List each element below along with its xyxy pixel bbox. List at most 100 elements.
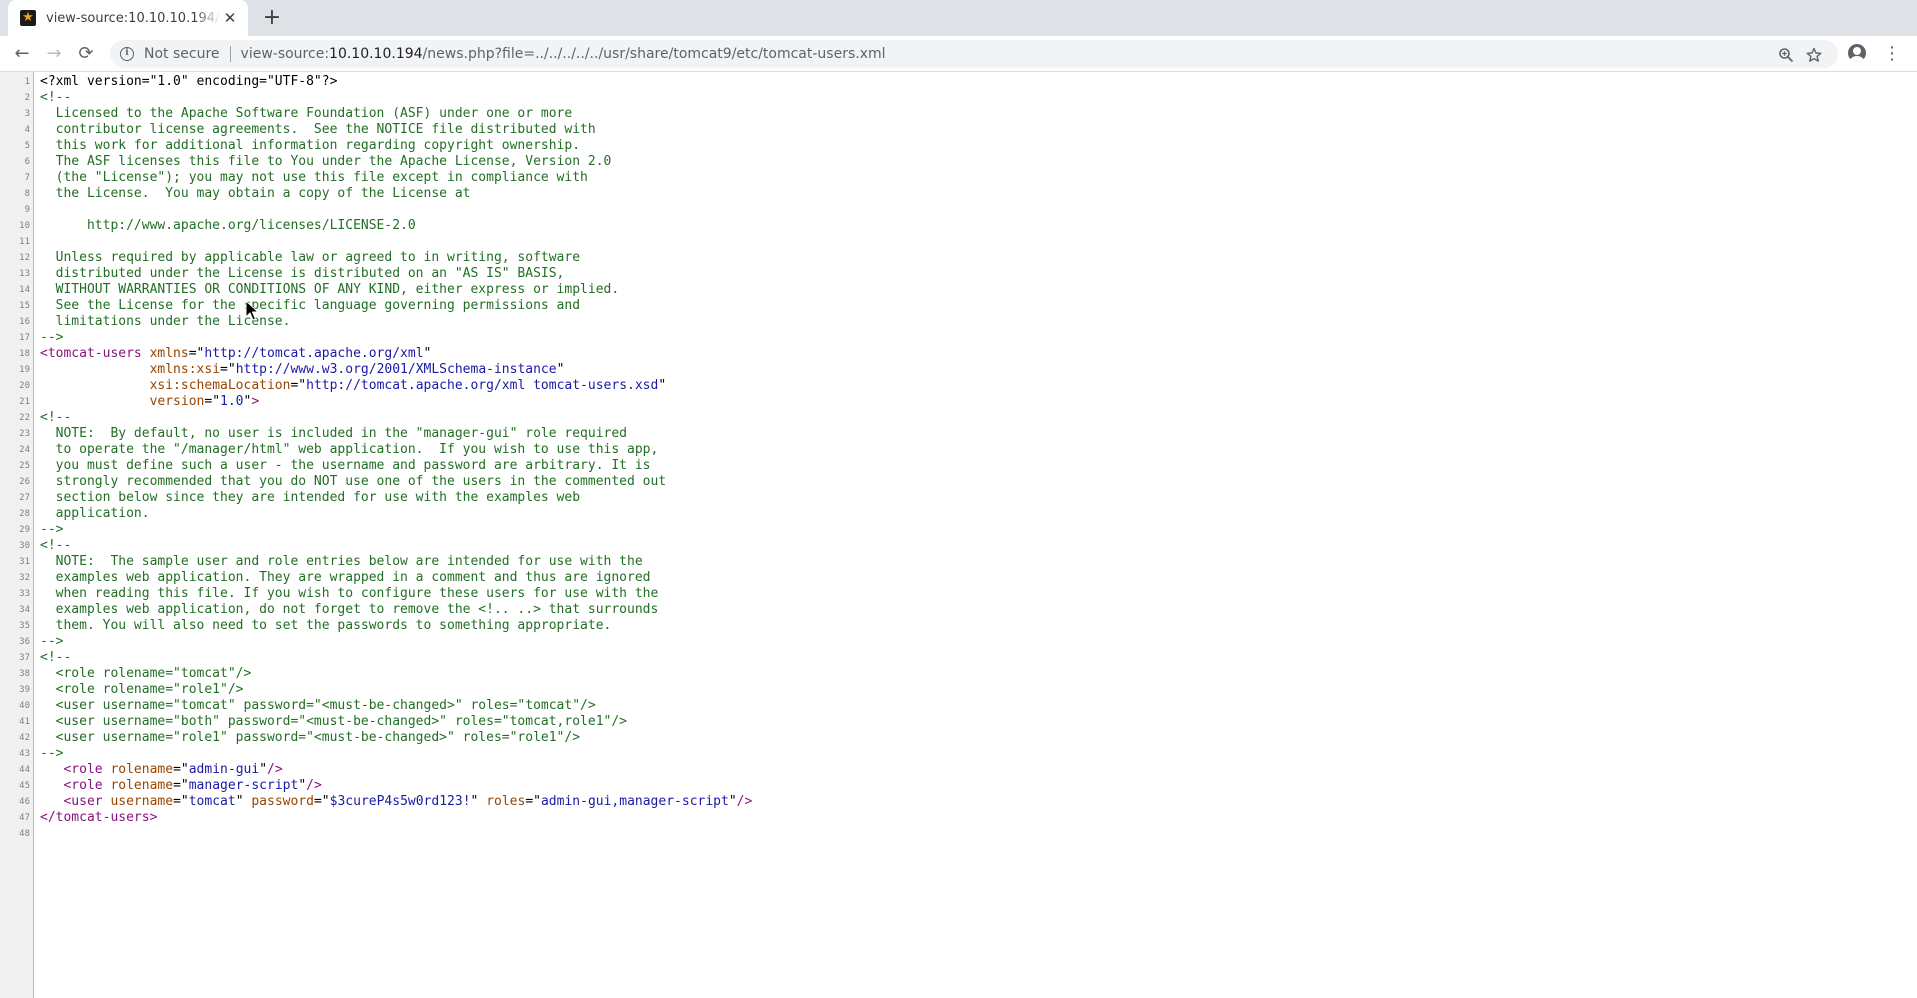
line-number: 6 bbox=[24, 157, 30, 167]
line-number: 36 bbox=[19, 637, 30, 647]
profile-icon[interactable] bbox=[1848, 44, 1866, 62]
zoom-icon[interactable] bbox=[1778, 47, 1794, 63]
line-number: 14 bbox=[19, 285, 30, 295]
kebab-menu-icon[interactable]: ⋮ bbox=[1880, 40, 1904, 68]
new-tab-button[interactable]: + bbox=[258, 4, 286, 32]
line-number: 5 bbox=[24, 141, 30, 151]
line-number: 33 bbox=[19, 589, 30, 599]
source-line: 21 version="1.0"> bbox=[0, 394, 1917, 410]
code-token: this work for additional information reg… bbox=[40, 138, 581, 153]
code-token: /> bbox=[736, 794, 753, 809]
source-line: 22 <!-- bbox=[0, 410, 1917, 426]
source-line: 27 section below since they are intended… bbox=[0, 490, 1917, 506]
code-token: > bbox=[251, 394, 260, 409]
line-code: <role rolename="role1"/> bbox=[30, 682, 244, 698]
code-token: " bbox=[235, 794, 252, 809]
code-token: $3cureP4s5w0rd123! bbox=[329, 794, 471, 809]
address-bar[interactable]: i Not secure view-source:10.10.10.194/ne… bbox=[110, 40, 1838, 68]
line-number: 1 bbox=[24, 77, 30, 87]
line-code: strongly recommended that you do NOT use… bbox=[30, 474, 667, 490]
line-code: the License. You may obtain a copy of th… bbox=[30, 186, 471, 202]
line-code: Licensed to the Apache Software Foundati… bbox=[30, 106, 573, 122]
source-line: 32 examples web application. They are wr… bbox=[0, 570, 1917, 586]
line-code: examples web application. They are wrapp… bbox=[30, 570, 651, 586]
code-token: <user username="tomcat" password="<must-… bbox=[40, 698, 596, 713]
line-code: <user username="role1" password="<must-b… bbox=[30, 730, 580, 746]
code-token: =" bbox=[290, 378, 307, 393]
code-token: /> bbox=[306, 778, 322, 793]
code-token: --> bbox=[40, 634, 64, 649]
security-label[interactable]: Not secure bbox=[144, 46, 220, 62]
tab-close-icon[interactable]: ✕ bbox=[222, 9, 238, 27]
code-token: " bbox=[259, 762, 268, 777]
code-token: Unless required by applicable law or agr… bbox=[40, 250, 581, 265]
line-number: 29 bbox=[19, 525, 30, 535]
code-token: version bbox=[149, 394, 205, 409]
line-number: 40 bbox=[19, 701, 30, 711]
line-number: 26 bbox=[19, 477, 30, 487]
url-text[interactable]: view-source:10.10.10.194/news.php?file=.… bbox=[241, 46, 886, 62]
line-number: 16 bbox=[19, 317, 30, 327]
source-line: 19 xmlns:xsi="http://www.w3.org/2001/XML… bbox=[0, 362, 1917, 378]
source-line: 44 <role rolename="admin-gui"/> bbox=[0, 762, 1917, 778]
source-line: 35 them. You will also need to set the p… bbox=[0, 618, 1917, 634]
source-line: 43 --> bbox=[0, 746, 1917, 762]
tab-view-source[interactable]: ★ view-source:10.10.10.194/news.php?file… bbox=[8, 0, 248, 36]
source-line: 48 bbox=[0, 826, 1917, 842]
line-number: 34 bbox=[19, 605, 30, 615]
browser-toolbar: ← → ⟳ i Not secure view-source:10.10.10.… bbox=[0, 36, 1917, 72]
source-line: 25 you must define such a user - the use… bbox=[0, 458, 1917, 474]
line-code: xsi:schemaLocation="http://tomcat.apache… bbox=[30, 378, 667, 394]
code-token: <!-- bbox=[40, 538, 72, 553]
info-icon[interactable]: i bbox=[120, 47, 134, 61]
line-code: --> bbox=[30, 522, 63, 538]
source-line: 40 <user username="tomcat" password="<mu… bbox=[0, 698, 1917, 714]
code-token: =" bbox=[173, 794, 189, 809]
source-line: 39 <role rolename="role1"/> bbox=[0, 682, 1917, 698]
source-line: 30 <!-- bbox=[0, 538, 1917, 554]
source-line: 18 <tomcat-users xmlns="http://tomcat.apa… bbox=[0, 346, 1917, 362]
line-code: WITHOUT WARRANTIES OR CONDITIONS OF ANY … bbox=[30, 282, 620, 298]
source-line: 38 <role rolename="tomcat"/> bbox=[0, 666, 1917, 682]
url-prefix: view-source: bbox=[240, 46, 330, 62]
code-token: NOTE: The sample user and role entries b… bbox=[40, 554, 643, 569]
forward-arrow-icon[interactable]: → bbox=[40, 40, 68, 68]
code-token: password bbox=[251, 794, 314, 809]
line-number: 48 bbox=[19, 829, 30, 839]
line-number: 4 bbox=[24, 125, 30, 135]
back-arrow-icon[interactable]: ← bbox=[8, 40, 36, 68]
line-number: 7 bbox=[24, 173, 30, 183]
code-token: =" bbox=[313, 794, 330, 809]
line-code: See the License for the specific languag… bbox=[30, 298, 580, 314]
line-code: NOTE: The sample user and role entries b… bbox=[30, 554, 643, 570]
source-line: 16 limitations under the License. bbox=[0, 314, 1917, 330]
source-line: 12 Unless required by applicable law or … bbox=[0, 250, 1917, 266]
code-token: section below since they are intended fo… bbox=[40, 490, 581, 505]
code-token: </tomcat-users> bbox=[40, 810, 158, 825]
line-code: xmlns:xsi="http://www.w3.org/2001/XMLSch… bbox=[30, 362, 565, 378]
tab-title: view-source:10.10.10.194/news.php?file=.… bbox=[46, 10, 221, 26]
view-source-pane: 1 <?xml version="1.0" encoding="UTF-8"?> 2… bbox=[0, 72, 1917, 998]
code-token: 1.0 bbox=[220, 394, 244, 409]
code-token: distributed under the License is distrib… bbox=[40, 266, 565, 281]
code-token: <role rolename="tomcat"/> bbox=[40, 666, 252, 681]
source-line: 34 examples web application, do not forg… bbox=[0, 602, 1917, 618]
source-line: 31 NOTE: The sample user and role entrie… bbox=[0, 554, 1917, 570]
code-token: =" bbox=[525, 794, 541, 809]
line-code: Unless required by applicable law or agr… bbox=[30, 250, 580, 266]
code-token: admin-gui bbox=[188, 762, 260, 777]
bookmark-star-icon[interactable] bbox=[1806, 47, 1822, 63]
source-line: 8 the License. You may obtain a copy of … bbox=[0, 186, 1917, 202]
line-number: 42 bbox=[19, 733, 30, 743]
line-number: 10 bbox=[19, 221, 30, 231]
code-token: " bbox=[423, 346, 432, 361]
reload-icon[interactable]: ⟳ bbox=[72, 40, 100, 68]
line-number: 35 bbox=[19, 621, 30, 631]
source-line: 26 strongly recommended that you do NOT … bbox=[0, 474, 1917, 490]
line-number: 37 bbox=[19, 653, 30, 663]
mouse-cursor-icon bbox=[245, 300, 259, 321]
